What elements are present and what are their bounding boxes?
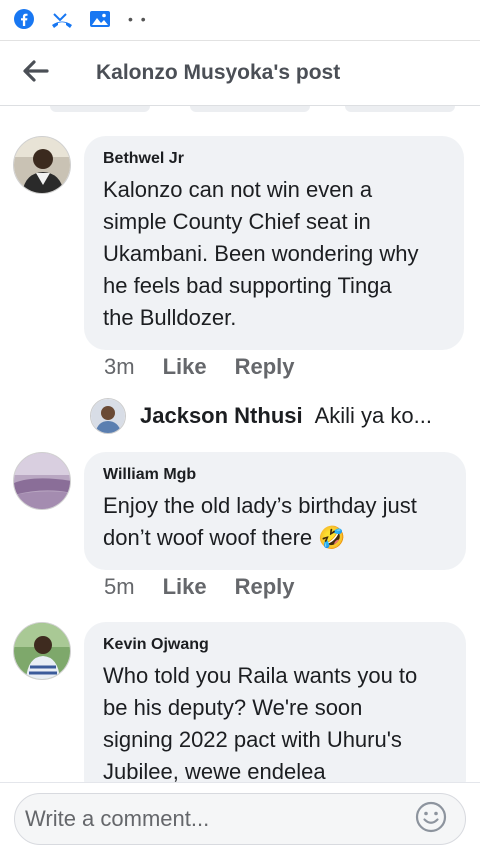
page-title: Kalonzo Musyoka's post <box>96 61 341 84</box>
avatar[interactable] <box>13 136 71 194</box>
comment-bubble[interactable]: Kevin Ojwang Who told you Raila wants yo… <box>84 622 466 802</box>
previous-comment-edge <box>0 106 480 114</box>
emoji-button[interactable] <box>411 799 451 839</box>
reply-button[interactable]: Reply <box>235 354 295 380</box>
comment-actions: 5m Like Reply <box>104 574 323 600</box>
gallery-icon <box>88 7 112 31</box>
back-arrow-icon <box>21 59 49 88</box>
post-header: Kalonzo Musyoka's post <box>0 40 480 106</box>
comment-author[interactable]: Bethwel Jr <box>103 150 444 168</box>
reply-text: Akili ya ko... <box>314 403 432 428</box>
comment-time: 3m <box>104 354 135 379</box>
comment-composer[interactable] <box>14 793 466 845</box>
like-button[interactable]: Like <box>163 574 207 600</box>
avatar[interactable] <box>13 622 71 680</box>
comment-author[interactable]: William Mgb <box>103 466 446 484</box>
reply-button[interactable]: Reply <box>235 574 295 600</box>
reply-author[interactable]: Jackson Nthusi <box>140 403 303 429</box>
status-bar: • • <box>0 0 480 38</box>
comment-bubble[interactable]: William Mgb Enjoy the old lady’s birthda… <box>84 452 466 570</box>
comment-composer-bar <box>0 782 480 854</box>
comment-actions: 3m Like Reply <box>104 354 323 380</box>
avatar[interactable] <box>13 452 71 510</box>
like-button[interactable]: Like <box>163 354 207 380</box>
facebook-icon <box>12 7 36 31</box>
comment-time: 5m <box>104 574 135 599</box>
comment-text: Who told you Raila wants you to be his d… <box>103 663 418 784</box>
missed-call-icon <box>50 7 74 31</box>
comment-text: Kalonzo can not win even a simple County… <box>103 177 419 330</box>
comment-input[interactable] <box>25 806 411 832</box>
comment-author[interactable]: Kevin Ojwang <box>103 636 446 654</box>
back-button[interactable] <box>0 40 70 106</box>
avatar[interactable] <box>90 398 126 434</box>
smiley-icon <box>414 800 448 839</box>
reply-preview[interactable]: Jackson Nthusi Akili ya ko... <box>90 397 432 435</box>
comment-text: Enjoy the old lady’s birthday just don’t… <box>103 493 417 550</box>
comment-bubble[interactable]: Bethwel Jr Kalonzo can not win even a si… <box>84 136 464 350</box>
rofl-emoji-icon: 🤣 <box>318 525 346 550</box>
more-notifications-icon: • • <box>128 11 148 27</box>
